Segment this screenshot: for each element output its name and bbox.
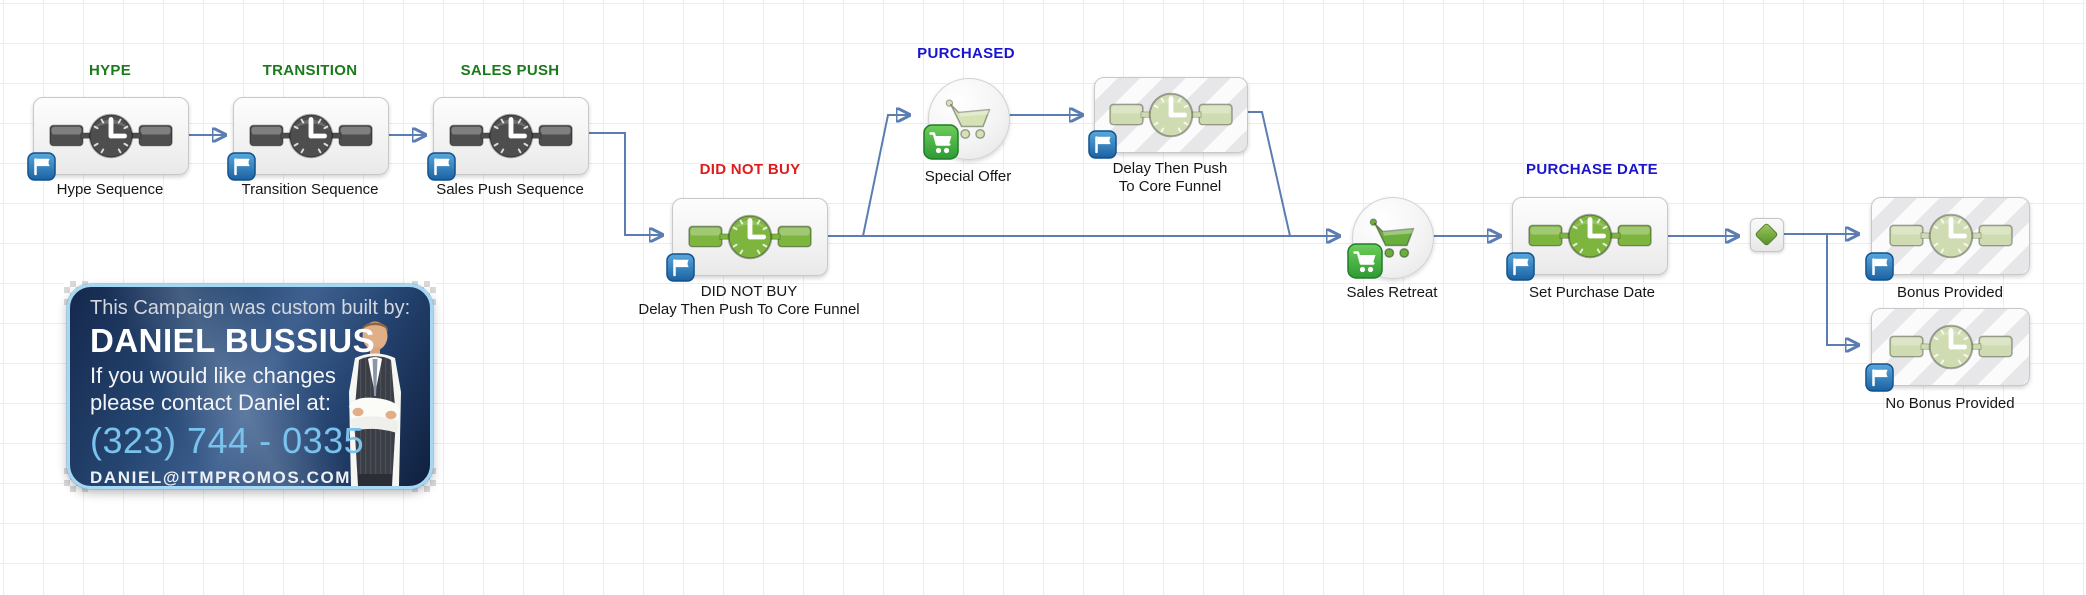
campaign-canvas: HYPE TRANSITION SALES PUSH DID NOT BUY P…: [0, 0, 2086, 595]
badge-line1: If you would like changes: [90, 363, 336, 388]
node-special-offer[interactable]: [928, 78, 1010, 160]
node-label-sales-push: Sales Push Sequence: [436, 181, 584, 198]
node-label-no-bonus-provided: No Bonus Provided: [1885, 395, 2015, 412]
diamond-icon: [1754, 222, 1779, 247]
delay-sequence-icon: [445, 105, 577, 167]
delay-sequence-icon: [1885, 316, 2017, 378]
node-label-line: To Core Funnel: [1118, 178, 1222, 195]
flag-badge-icon: [1506, 252, 1535, 281]
heading-hype: HYPE: [88, 62, 132, 79]
badge-line2: please contact Daniel at:: [90, 390, 331, 415]
flag-badge-icon: [666, 253, 695, 282]
builder-credit-badge-wrap: This Campaign was custom built by: DANIE…: [64, 281, 436, 492]
delay-sequence-icon: [684, 206, 816, 268]
flag-badge-icon: [1865, 252, 1894, 281]
flag-badge-icon: [27, 152, 56, 181]
node-label-set-purchase-date: Set Purchase Date: [1529, 284, 1655, 301]
builder-credit-text: This Campaign was custom built by: DANIE…: [90, 297, 411, 487]
connector: [1826, 234, 1857, 345]
node-label-did-not-buy: DID NOT BUY Delay Then Push To Core Funn…: [638, 283, 859, 319]
node-set-purchase-date[interactable]: [1512, 197, 1668, 275]
node-did-not-buy-sequence[interactable]: [672, 198, 828, 276]
node-sales-push-sequence[interactable]: [433, 97, 589, 175]
builder-credit-badge[interactable]: This Campaign was custom built by: DANIE…: [67, 284, 433, 489]
delay-sequence-icon: [1524, 205, 1656, 267]
node-hype-sequence[interactable]: [33, 97, 189, 175]
node-label-line: Delay Then Push: [1112, 160, 1228, 177]
delay-sequence-icon: [1885, 205, 2017, 267]
connector: [862, 115, 908, 237]
heading-purchased: PURCHASED: [917, 45, 1015, 62]
node-no-bonus-provided[interactable]: [1871, 308, 2030, 386]
connector: [1246, 111, 1291, 237]
node-decision-diamond[interactable]: [1750, 218, 1784, 252]
node-label-line: DID NOT BUY: [700, 283, 798, 300]
node-bonus-provided[interactable]: [1871, 197, 2030, 275]
delay-sequence-icon: [245, 105, 377, 167]
badge-intro: This Campaign was custom built by:: [90, 297, 411, 319]
flag-badge-icon: [1088, 130, 1117, 159]
heading-did-not-buy: DID NOT BUY: [699, 161, 801, 178]
flag-badge-icon: [227, 152, 256, 181]
badge-name: DANIEL BUSSIUS: [90, 322, 376, 359]
node-delay-then-push[interactable]: [1094, 77, 1248, 153]
badge-phone: (323) 744 - 0335: [90, 420, 365, 461]
cart-badge-icon: [1347, 243, 1383, 279]
heading-purchase-date: PURCHASE DATE: [1526, 161, 1658, 178]
node-label-sales-retreat: Sales Retreat: [1346, 284, 1438, 301]
flag-badge-icon: [1865, 363, 1894, 392]
node-sales-retreat[interactable]: [1352, 197, 1434, 279]
node-label-delay-then-push: Delay Then Push To Core Funnel: [1113, 160, 1228, 196]
heading-transition: TRANSITION: [262, 62, 358, 79]
delay-sequence-icon: [1105, 84, 1237, 146]
connector: [587, 132, 661, 235]
node-label-special-offer: Special Offer: [924, 168, 1012, 185]
flag-badge-icon: [427, 152, 456, 181]
node-label-bonus-provided: Bonus Provided: [1897, 284, 2003, 301]
node-transition-sequence[interactable]: [233, 97, 389, 175]
cart-badge-icon: [923, 124, 959, 160]
node-label-line: Delay Then Push To Core Funnel: [638, 301, 860, 318]
node-label-hype: Hype Sequence: [56, 181, 164, 198]
delay-sequence-icon: [45, 105, 177, 167]
heading-sales-push: SALES PUSH: [460, 62, 560, 79]
badge-email: DANIEL@ITMPROMOS.COM: [90, 468, 352, 487]
node-label-transition: Transition Sequence: [241, 181, 379, 198]
